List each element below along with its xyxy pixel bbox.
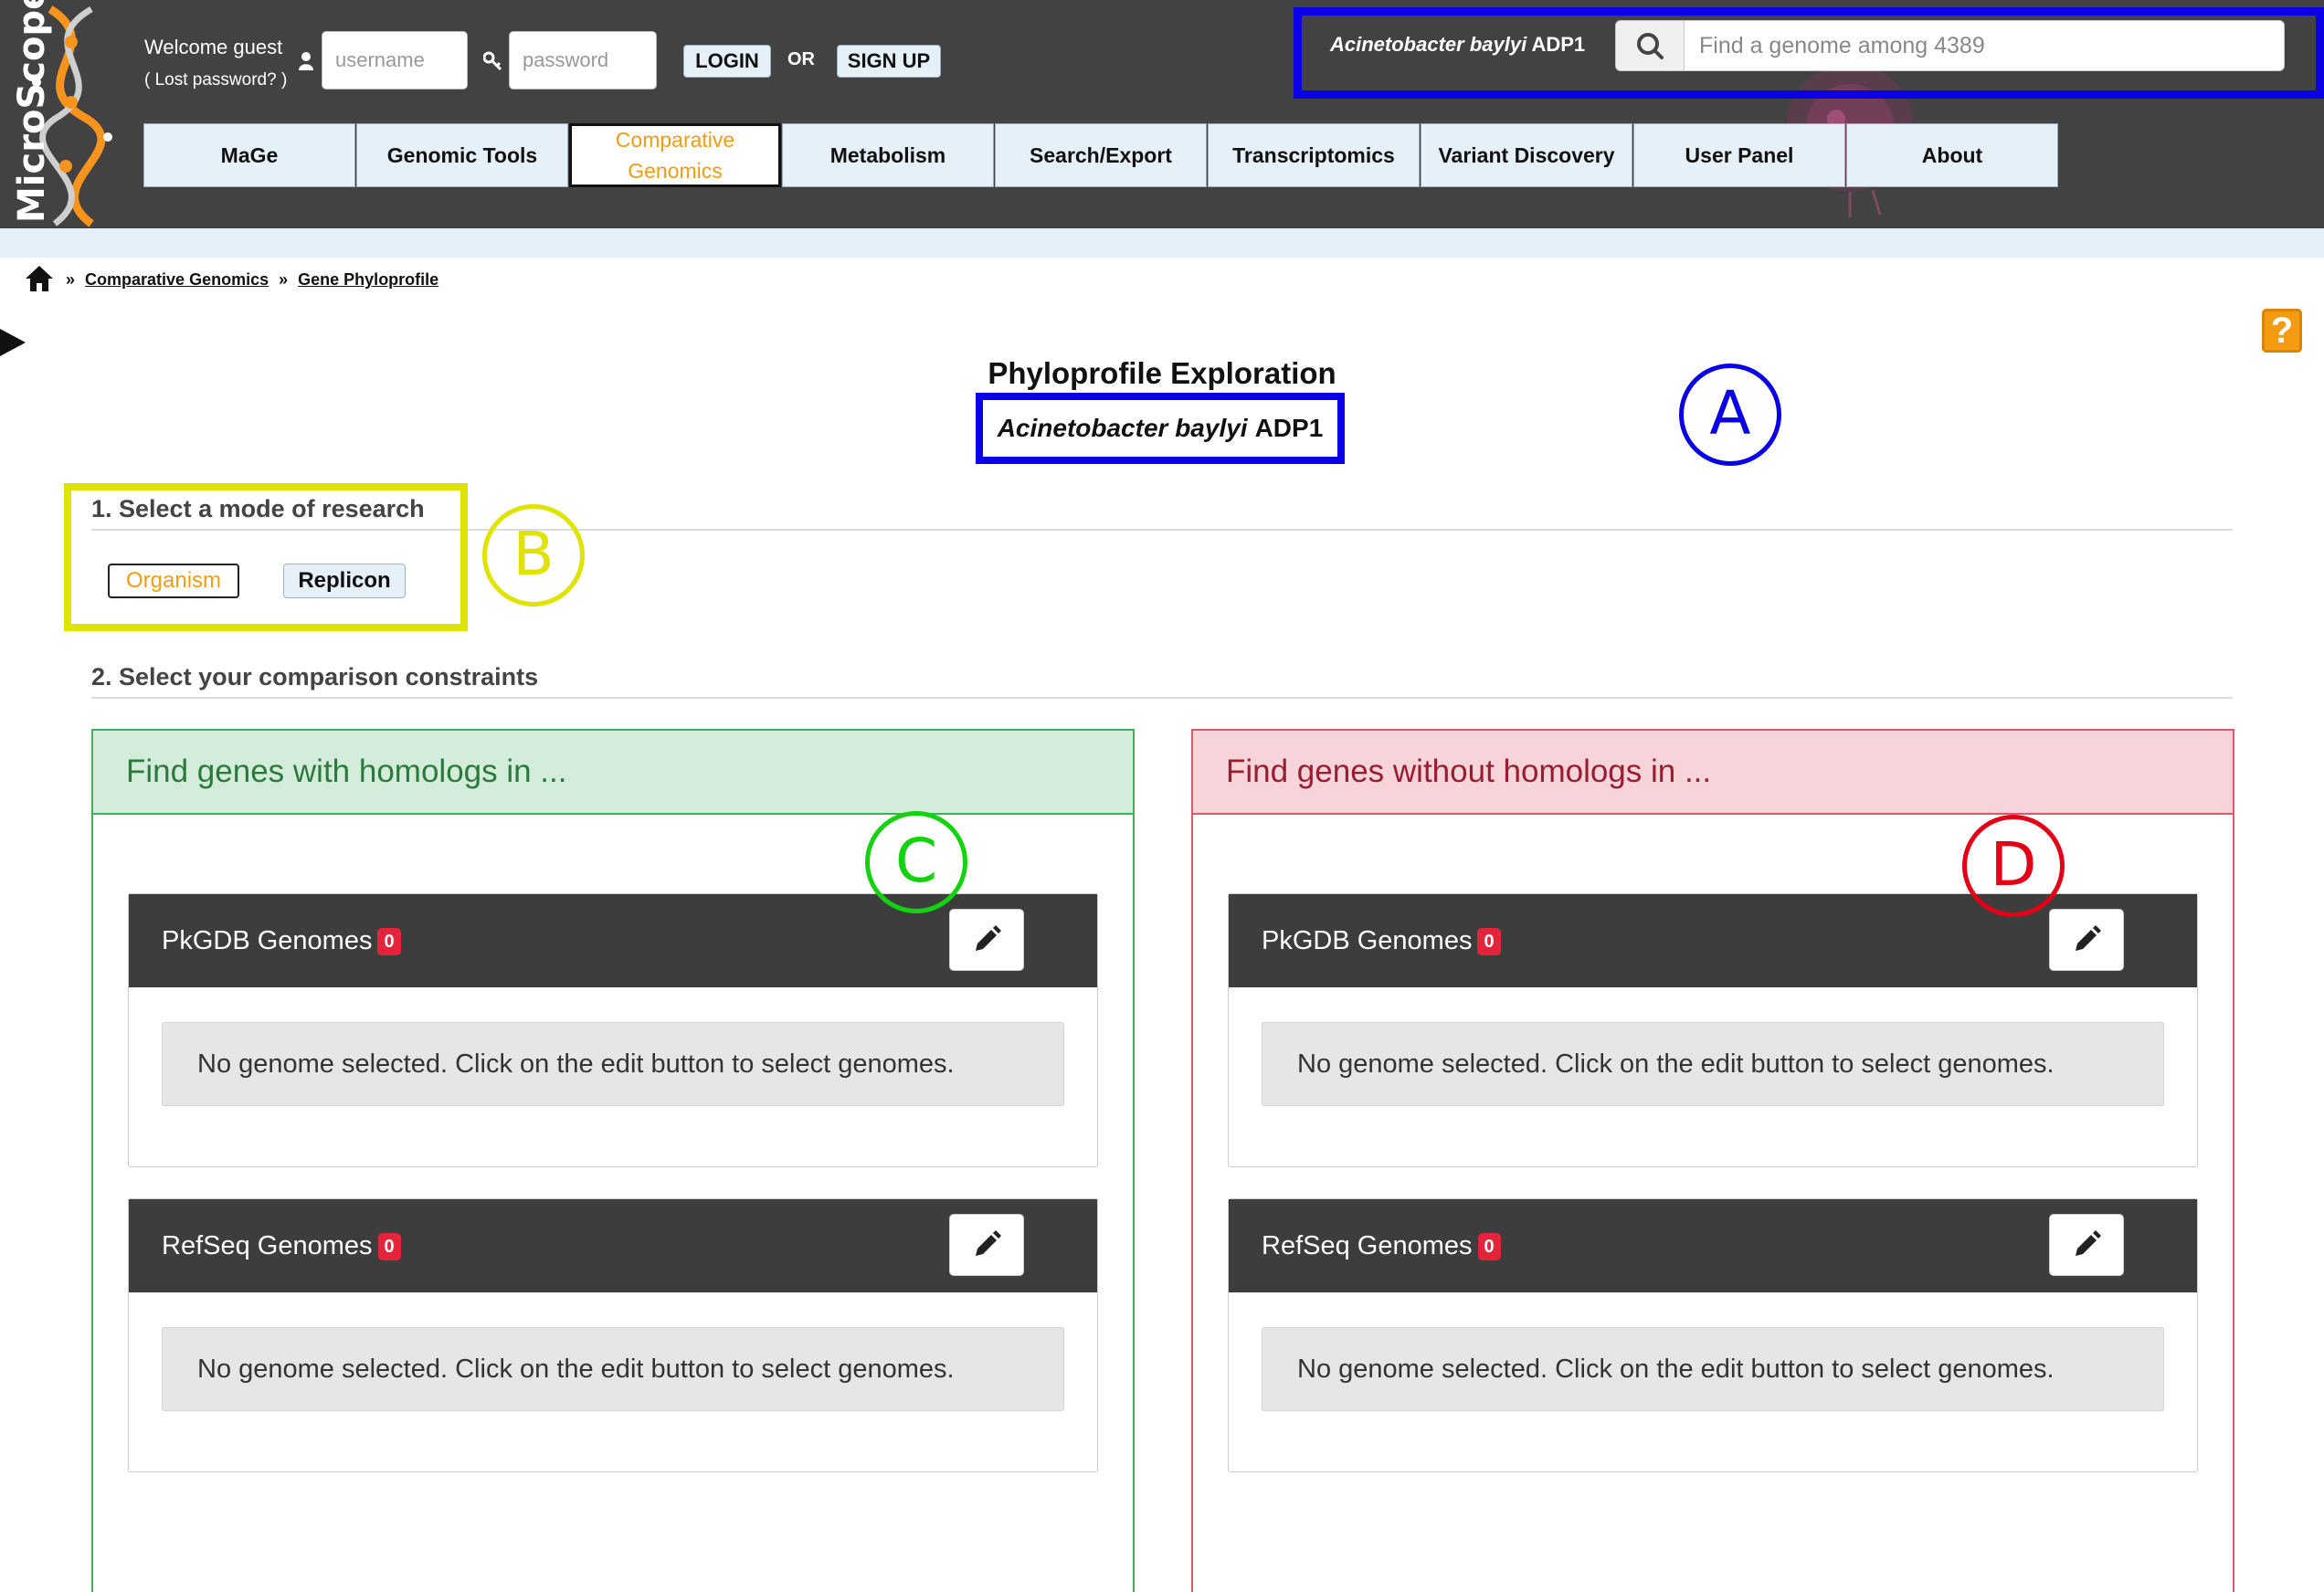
with-pkgdb-header: PkGDB Genomes 0 <box>129 894 1097 987</box>
panel-without-title: Find genes without homologs in ... <box>1193 731 2233 815</box>
or-label: OR <box>787 49 815 69</box>
without-pkgdb-count-badge: 0 <box>1477 928 1501 956</box>
panel-without-homologs: Find genes without homologs in ... PkGDB… <box>1191 729 2234 1592</box>
annotation-box-b <box>64 483 468 631</box>
with-refseq-header: RefSeq Genomes 0 <box>129 1199 1097 1292</box>
page-organism-species: Acinetobacter baylyi <box>997 414 1248 442</box>
page-organism: Acinetobacter baylyi ADP1 <box>976 393 1345 464</box>
nav-item-genomic-tools[interactable]: Genomic Tools <box>356 123 568 187</box>
without-refseq-card: RefSeq Genomes 0 No genome selected. Clic… <box>1228 1198 2198 1472</box>
with-refseq-card: RefSeq Genomes 0 No genome selected. Clic… <box>128 1198 1098 1472</box>
nav-item-user-panel[interactable]: User Panel <box>1633 123 1845 187</box>
key-icon <box>483 51 502 71</box>
without-pkgdb-label: PkGDB Genomes <box>1262 926 1473 955</box>
breadcrumb: » Comparative Genomics » Gene Phyloprofi… <box>66 270 444 290</box>
without-pkgdb-edit-button[interactable] <box>2049 909 2124 971</box>
without-pkgdb-empty-message: No genome selected. Click on the edit bu… <box>1262 1022 2164 1106</box>
annotation-box-a-header <box>1294 7 2324 99</box>
annotation-circle-d: D <box>1962 815 2065 917</box>
page-title: Phyloprofile Exploration <box>988 356 1336 390</box>
with-pkgdb-edit-button[interactable] <box>949 909 1024 971</box>
welcome-text: Welcome guest ( Lost password? ) <box>144 31 287 97</box>
with-pkgdb-empty-message: No genome selected. Click on the edit bu… <box>162 1022 1064 1106</box>
username-input[interactable] <box>322 31 468 90</box>
nav-item-metabolism[interactable]: Metabolism <box>782 123 994 187</box>
without-refseq-empty-message: No genome selected. Click on the edit bu… <box>1262 1327 2164 1411</box>
password-input[interactable] <box>509 31 657 90</box>
breadcrumb-separator: » <box>66 270 76 289</box>
with-refseq-label: RefSeq Genomes <box>162 1231 373 1260</box>
with-refseq-empty-message: No genome selected. Click on the edit bu… <box>162 1327 1064 1411</box>
nav-item-mage[interactable]: MaGe <box>143 123 355 187</box>
page-organism-strain: ADP1 <box>1254 414 1324 442</box>
pencil-icon <box>976 925 1001 951</box>
with-pkgdb-label: PkGDB Genomes <box>162 926 373 955</box>
step2-heading: 2. Select your comparison constraints <box>91 663 539 691</box>
annotation-circle-c: C <box>865 811 967 913</box>
sidebar-arrow-icon[interactable] <box>0 327 26 358</box>
nav-item-transcriptomics[interactable]: Transcriptomics <box>1208 123 1420 187</box>
panel-with-title: Find genes with homologs in ... <box>93 731 1133 815</box>
annotation-circle-a: A <box>1679 364 1781 466</box>
nav-item-variant-discovery[interactable]: Variant Discovery <box>1421 123 1632 187</box>
mode-organism-button[interactable]: Organism <box>108 564 239 598</box>
signup-button[interactable]: SIGN UP <box>837 45 941 78</box>
with-pkgdb-card: PkGDB Genomes 0 No genome selected. Click… <box>128 893 1098 1167</box>
lost-password-link[interactable]: ( Lost password? ) <box>144 64 287 97</box>
breadcrumb-comparative-genomics[interactable]: Comparative Genomics <box>85 270 269 289</box>
step2-divider <box>91 697 2233 699</box>
with-refseq-count-badge: 0 <box>377 1233 401 1261</box>
without-refseq-header: RefSeq Genomes 0 <box>1229 1199 2197 1292</box>
user-icon <box>299 52 313 70</box>
home-icon[interactable] <box>24 263 55 294</box>
without-refseq-edit-button[interactable] <box>2049 1214 2124 1276</box>
nav-item-comparative-genomics[interactable]: Comparative Genomics <box>569 123 781 187</box>
logo[interactable]: MicroScope <box>0 0 137 228</box>
without-refseq-label: RefSeq Genomes <box>1262 1231 1473 1260</box>
breadcrumb-gene-phyloprofile[interactable]: Gene Phyloprofile <box>298 270 438 289</box>
header-strip <box>0 228 2324 258</box>
welcome-greeting: Welcome guest <box>144 36 283 58</box>
panel-with-homologs: Find genes with homologs in ... PkGDB Ge… <box>91 729 1135 1592</box>
without-pkgdb-card: PkGDB Genomes 0 No genome selected. Click… <box>1228 893 2198 1167</box>
pencil-icon <box>976 1230 1001 1256</box>
logo-text: MicroScope <box>11 0 53 223</box>
without-refseq-count-badge: 0 <box>1477 1233 1501 1261</box>
without-pkgdb-header: PkGDB Genomes 0 <box>1229 894 2197 987</box>
login-button[interactable]: LOGIN <box>683 45 771 78</box>
with-refseq-edit-button[interactable] <box>949 1214 1024 1276</box>
mode-replicon-button[interactable]: Replicon <box>283 564 406 598</box>
breadcrumb-separator: » <box>279 270 289 289</box>
pencil-icon <box>2076 1230 2101 1256</box>
annotation-circle-b: B <box>482 504 585 606</box>
nav-item-search-export[interactable]: Search/Export <box>995 123 1207 187</box>
main-nav: MaGe Genomic Tools Comparative Genomics … <box>143 123 2059 187</box>
with-pkgdb-count-badge: 0 <box>377 928 401 956</box>
nav-item-about[interactable]: About <box>1846 123 2058 187</box>
pencil-icon <box>2076 925 2101 951</box>
help-icon[interactable]: ? <box>2262 309 2302 353</box>
